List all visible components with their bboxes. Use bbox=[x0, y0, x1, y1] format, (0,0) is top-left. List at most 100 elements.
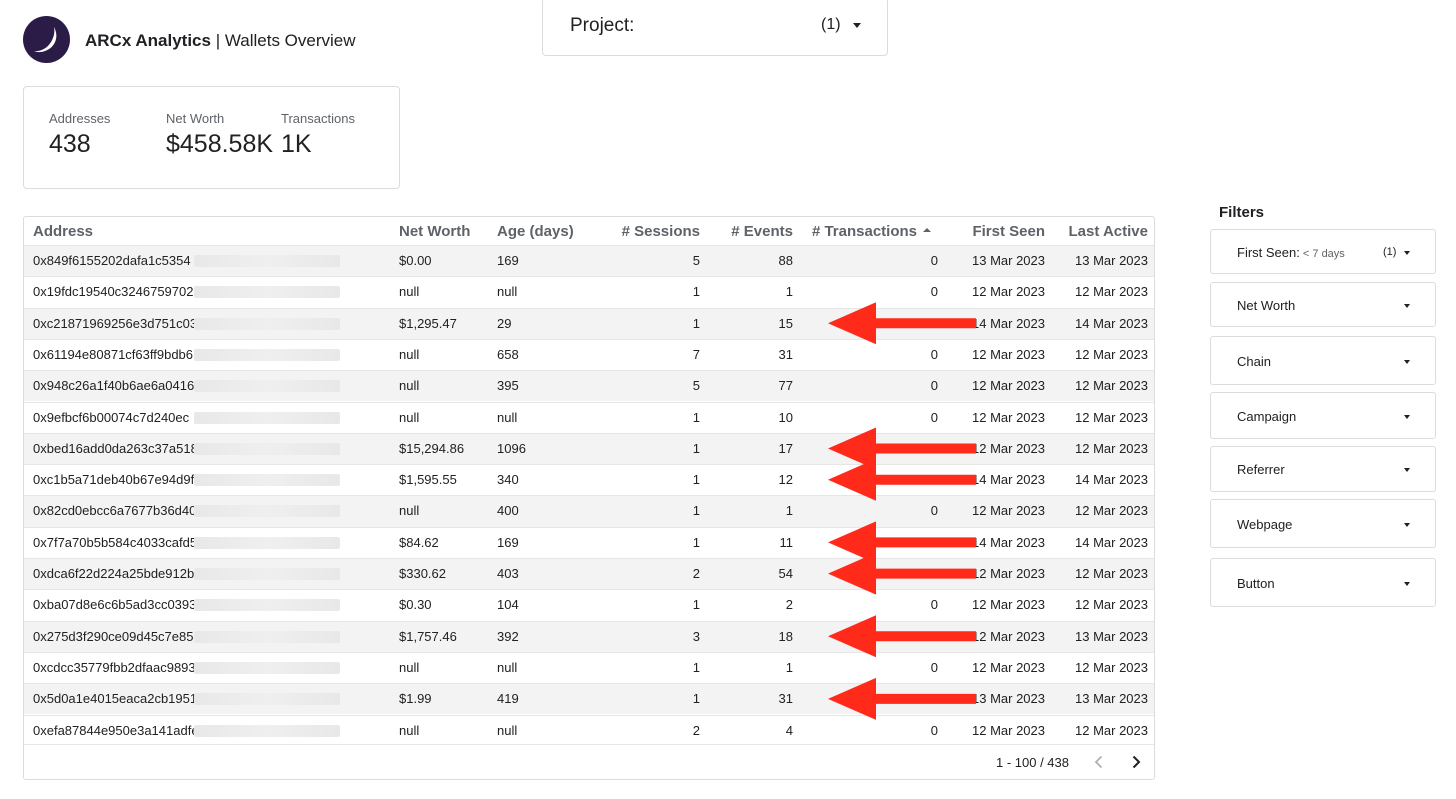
table-row[interactable]: 0x948c26a1f40b6ae6a0416 null 395 5 77 0 12 Mar… bbox=[24, 370, 1154, 402]
table-row[interactable]: 0xefa87844e950e3a141adfe null null 2 4 0 12 Ma… bbox=[24, 714, 1154, 746]
filter-button[interactable]: Button bbox=[1210, 558, 1436, 607]
cell-sessions: 1 bbox=[692, 409, 700, 425]
project-selector[interactable]: Project: (1) bbox=[542, 0, 888, 56]
cell-events: 54 bbox=[778, 566, 793, 581]
cell-sessions: 1 bbox=[692, 503, 700, 519]
cell-address: 0x19fdc19540c3246759702 bbox=[33, 284, 194, 300]
filter-label: Chain bbox=[1237, 354, 1271, 369]
filter-campaign[interactable]: Campaign bbox=[1210, 392, 1436, 439]
cell-first-seen: 12 Mar 2023 bbox=[972, 628, 1045, 644]
chevron-down-icon[interactable] bbox=[1404, 414, 1410, 419]
cell-events: 31 bbox=[778, 691, 793, 707]
filter-chain[interactable]: Chain bbox=[1210, 336, 1436, 385]
redacted-address-suffix bbox=[194, 536, 340, 549]
sort-ascending-icon bbox=[923, 228, 931, 233]
column-header-sessions[interactable]: # Sessions bbox=[622, 223, 700, 240]
redacted-address-suffix bbox=[194, 693, 340, 706]
cell-age: 392 bbox=[497, 628, 519, 644]
cell-net-worth: $1.99 bbox=[399, 691, 432, 707]
cell-address: 0xcdcc35779fbb2dfaac9893 bbox=[33, 659, 196, 675]
cell-first-seen: 13 Mar 2023 bbox=[972, 253, 1045, 268]
cell-sessions: 5 bbox=[692, 253, 700, 268]
cell-last-active: 12 Mar 2023 bbox=[1075, 503, 1148, 519]
cell-address: 0xba07d8e6c6b5ad3cc0393 bbox=[33, 597, 197, 613]
kpi-scorecard: Addresses 438 Net Worth $458.58K Transac… bbox=[23, 86, 400, 189]
cell-last-active: 14 Mar 2023 bbox=[1075, 472, 1148, 488]
cell-age: null bbox=[497, 722, 518, 738]
cell-address: 0x82cd0ebcc6a7677b36d40 bbox=[33, 503, 197, 519]
cell-transactions: 0 bbox=[930, 253, 938, 268]
cell-last-active: 14 Mar 2023 bbox=[1075, 315, 1148, 331]
chevron-right-icon[interactable] bbox=[1127, 753, 1145, 771]
cell-first-seen: 12 Mar 2023 bbox=[972, 284, 1045, 300]
chevron-down-icon[interactable] bbox=[1404, 468, 1410, 472]
table-row[interactable]: 0xc21871969256e3d751c03 $1,295.47 29 1 15 0 14… bbox=[24, 307, 1154, 339]
table-header: Address Net Worth Age (days) # Sessions … bbox=[24, 217, 1154, 246]
column-header-events[interactable]: # Events bbox=[731, 223, 793, 240]
chevron-down-icon[interactable] bbox=[1404, 522, 1410, 527]
cell-last-active: 12 Mar 2023 bbox=[1075, 409, 1148, 425]
filter-first-seen[interactable]: First Seen: < 7 days (1) bbox=[1210, 229, 1436, 274]
table-row[interactable]: 0x82cd0ebcc6a7677b36d40 null 400 1 1 0 12 Mar … bbox=[24, 495, 1154, 527]
cell-last-active: 12 Mar 2023 bbox=[1075, 346, 1148, 362]
filter-net-worth[interactable]: Net Worth bbox=[1210, 282, 1436, 327]
redacted-address-suffix bbox=[194, 630, 340, 643]
filter-webpage[interactable]: Webpage bbox=[1210, 499, 1436, 548]
cell-first-seen: 12 Mar 2023 bbox=[972, 503, 1045, 519]
cell-sessions: 1 bbox=[692, 597, 700, 613]
cell-first-seen: 12 Mar 2023 bbox=[972, 440, 1045, 456]
chevron-left-icon[interactable] bbox=[1090, 753, 1108, 771]
cell-address: 0xc21871969256e3d751c03 bbox=[33, 315, 198, 331]
brand-name: ARCx Analytics bbox=[85, 31, 211, 50]
cell-first-seen: 12 Mar 2023 bbox=[972, 566, 1045, 581]
redacted-address-suffix bbox=[194, 505, 340, 518]
redacted-address-suffix bbox=[194, 661, 340, 674]
chevron-down-icon[interactable] bbox=[1404, 581, 1410, 586]
table-row[interactable]: 0xdca6f22d224a25bde912b $330.62 403 2 54 0 12 … bbox=[24, 558, 1154, 590]
chevron-down-icon[interactable] bbox=[1404, 303, 1410, 308]
column-header-age[interactable]: Age (days) bbox=[497, 223, 574, 240]
cell-net-worth: $84.62 bbox=[399, 534, 439, 550]
table-row[interactable]: 0x61194e80871cf63ff9bdb6 null 658 7 31 0 12 Ma… bbox=[24, 338, 1154, 370]
cell-transactions: 0 bbox=[930, 409, 938, 425]
chevron-down-icon[interactable] bbox=[1404, 359, 1410, 364]
table-row[interactable]: 0x275d3f290ce09d45c7e85 $1,757.46 392 3 18 0 1… bbox=[24, 620, 1154, 652]
cell-first-seen: 12 Mar 2023 bbox=[972, 378, 1045, 394]
table-row[interactable]: 0x849f6155202dafa1c5354 $0.00 169 5 88 0 13 Ma… bbox=[24, 245, 1154, 277]
column-header-transactions[interactable]: # Transactions bbox=[812, 223, 931, 240]
cell-transactions: 0 bbox=[930, 628, 938, 644]
table-row[interactable]: 0x5d0a1e4015eaca2cb1951 $1.99 419 1 31 0 13 Ma… bbox=[24, 683, 1154, 715]
table-footer: 1 - 100 / 438 bbox=[24, 744, 1154, 779]
cell-first-seen: 13 Mar 2023 bbox=[972, 691, 1045, 707]
table-row[interactable]: 0xcdcc35779fbb2dfaac9893 null null 1 1 0 12 Ma… bbox=[24, 651, 1154, 683]
chevron-down-icon[interactable] bbox=[853, 23, 861, 28]
table-row[interactable]: 0x9efbcf6b00074c7d240ec null null 1 10 0 12 Ma… bbox=[24, 401, 1154, 433]
cell-first-seen: 12 Mar 2023 bbox=[972, 659, 1045, 675]
table-row[interactable]: 0xbed16add0da263c37a518 $15,294.86 1096 1 17… bbox=[24, 432, 1154, 465]
cell-events: 11 bbox=[779, 534, 794, 550]
cell-transactions: 0 bbox=[930, 659, 938, 675]
column-header-last-active[interactable]: Last Active bbox=[1069, 223, 1148, 240]
cell-address: 0xefa87844e950e3a141adfe bbox=[33, 722, 199, 738]
page-title: ARCx Analytics | Wallets Overview bbox=[85, 31, 356, 51]
table-row[interactable]: 0x7f7a70b5b584c4033cafd5 $84.62 169 1 11 0 14 … bbox=[24, 526, 1154, 558]
cell-net-worth: $1,757.46 bbox=[399, 628, 457, 644]
column-header-address[interactable]: Address bbox=[33, 223, 93, 240]
cell-address: 0xc1b5a71deb40b67e94d9f bbox=[33, 472, 195, 488]
cell-net-worth: null bbox=[399, 409, 420, 425]
cell-events: 88 bbox=[778, 253, 793, 268]
column-header-net-worth[interactable]: Net Worth bbox=[399, 223, 470, 240]
chevron-down-icon[interactable] bbox=[1404, 250, 1410, 255]
filter-referrer[interactable]: Referrer bbox=[1210, 446, 1436, 492]
cell-sessions: 1 bbox=[692, 315, 700, 331]
cell-sessions: 1 bbox=[692, 440, 700, 456]
column-header-first-seen[interactable]: First Seen bbox=[972, 223, 1045, 240]
cell-events: 18 bbox=[778, 628, 793, 644]
table-row[interactable]: 0xba07d8e6c6b5ad3cc0393 $0.30 104 1 2 0 12 Mar… bbox=[24, 589, 1154, 620]
cell-events: 77 bbox=[778, 378, 793, 394]
filter-label: Button bbox=[1237, 576, 1275, 591]
cell-events: 15 bbox=[778, 315, 793, 331]
redacted-address-suffix bbox=[194, 411, 340, 424]
table-row[interactable]: 0xc1b5a71deb40b67e94d9f $1,595.55 340 1 12 0 1… bbox=[24, 464, 1154, 495]
table-row[interactable]: 0x19fdc19540c3246759702 null null 1 1 0 12 Mar… bbox=[24, 276, 1154, 307]
